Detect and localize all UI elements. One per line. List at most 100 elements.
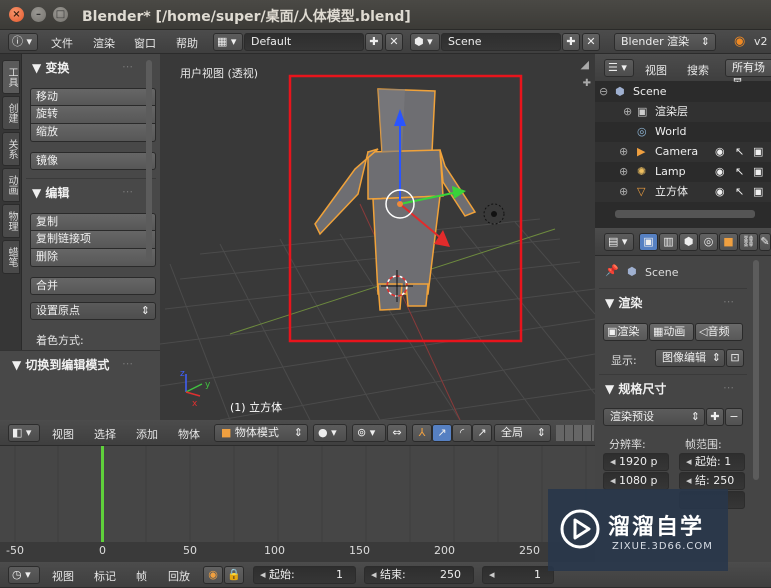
shading-select[interactable]: ● ▾ — [313, 424, 347, 442]
rotate-manipulator-button[interactable]: ◜ — [452, 424, 472, 442]
drag-handle-icon[interactable]: ⋯ — [122, 60, 133, 73]
menu-marker[interactable]: 标记 — [94, 568, 116, 584]
constraints-tab[interactable]: ⛓ — [739, 233, 758, 251]
scale-button[interactable]: 缩放 — [30, 124, 156, 142]
render-camera-icon[interactable]: ▣ — [753, 182, 763, 202]
tab-tools[interactable]: 工具 — [2, 60, 20, 94]
end-frame-field[interactable]: ◂ 结束: 250 — [364, 566, 474, 584]
mode-select[interactable]: ■ 物体模式 ⇕ — [214, 424, 308, 442]
editor-type-button[interactable]: ☰ ▾ — [604, 59, 634, 77]
menu-view[interactable]: 视图 — [645, 62, 667, 78]
visibility-eye-icon[interactable]: ◉ — [715, 142, 725, 162]
pivot-select[interactable]: ⊚ ▾ — [352, 424, 386, 442]
tab-physics[interactable]: 物理 — [2, 204, 20, 238]
outliner-row-world[interactable]: ◎ World — [595, 122, 771, 142]
menu-object[interactable]: 物体 — [178, 426, 200, 442]
editor-type-button[interactable]: ⓘ ▾ — [8, 33, 38, 51]
3d-viewport[interactable]: z y x 用户视图 (透视) (1) 立方体 ◢ ✚ — [160, 54, 595, 420]
tab-relations[interactable]: 关系 — [2, 132, 20, 166]
layout-browse-button[interactable]: ▦ ▾ — [213, 33, 243, 51]
set-origin-select[interactable]: 设置原点 ⇕ — [30, 302, 156, 320]
minimize-window-button[interactable]: – — [31, 7, 46, 22]
render-tab[interactable]: ▣ — [639, 233, 658, 251]
translate-manipulator-button[interactable]: ↗ — [432, 424, 452, 442]
duplicate-button[interactable]: 复制 — [30, 213, 156, 231]
visibility-eye-icon[interactable]: ◉ — [715, 162, 725, 182]
timeline-area[interactable] — [0, 446, 595, 542]
remove-preset-button[interactable]: − — [725, 408, 743, 426]
move-button[interactable]: 移动 — [30, 88, 156, 106]
transform-panel-header[interactable]: ▼ 变换 — [32, 59, 69, 76]
expand-icon[interactable]: ⊕ — [619, 142, 628, 162]
drag-handle-icon[interactable]: ⋯ — [122, 185, 133, 198]
render-animation-button[interactable]: ▦动画 — [649, 323, 694, 341]
transform-manipulator-button[interactable]: ⅄ — [412, 424, 432, 442]
render-camera-icon[interactable]: ▣ — [753, 162, 763, 182]
mirror-button[interactable]: 镜像 — [30, 152, 156, 170]
outliner-row-mesh[interactable]: ⊕ ▽ 立方体 ◉ ↖ ▣ — [595, 182, 771, 202]
outliner-scrollbar[interactable] — [615, 210, 755, 218]
toolshelf-scrollbar[interactable] — [146, 60, 152, 260]
world-tab[interactable]: ◎ — [699, 233, 718, 251]
tab-grease-pencil[interactable]: 蜡笔 — [2, 240, 20, 274]
render-panel-header[interactable]: ▼ 渲染 — [605, 294, 642, 311]
render-image-button[interactable]: ▣渲染 — [603, 323, 648, 341]
menu-view[interactable]: 视图 — [52, 426, 74, 442]
menu-select[interactable]: 选择 — [94, 426, 116, 442]
manipulator-toggle[interactable]: ⇔ — [387, 424, 407, 442]
outliner-row-camera[interactable]: ⊕ ▶ Camera ◉ ↖ ▣ — [595, 142, 771, 162]
maximize-window-button[interactable]: □ — [53, 7, 68, 22]
menu-view[interactable]: 视图 — [52, 568, 74, 584]
drag-handle-icon[interactable]: ⋯ — [122, 357, 133, 370]
timeline-ruler[interactable]: -50 0 50 100 150 200 250 — [0, 542, 595, 562]
outliner-row-lamp[interactable]: ⊕ ✺ Lamp ◉ ↖ ▣ — [595, 162, 771, 182]
current-frame-field[interactable]: ◂ 1 — [482, 566, 554, 584]
render-camera-icon[interactable]: ▣ — [753, 142, 763, 162]
lock-button[interactable]: 🔒 — [224, 566, 244, 584]
remove-scene-button[interactable]: ✕ — [582, 33, 600, 51]
scene-browse-button[interactable]: ⬢ ▾ — [410, 33, 440, 51]
expand-icon[interactable]: ⊕ — [619, 162, 628, 182]
viewport-canvas[interactable]: z y x — [160, 54, 595, 420]
properties-scrollbar[interactable] — [753, 260, 759, 480]
editor-type-button[interactable]: ▤ ▾ — [604, 233, 634, 251]
expand-icon[interactable]: ⊕ — [619, 182, 628, 202]
scale-manipulator-button[interactable]: ↗ — [472, 424, 492, 442]
drag-handle-icon[interactable]: ⋯ — [723, 295, 734, 308]
scene-tab[interactable]: ⬢ — [679, 233, 698, 251]
frame-start-field[interactable]: ◂ 起始: 1 — [679, 453, 745, 471]
menu-add[interactable]: 添加 — [136, 426, 158, 442]
object-tab[interactable]: ■ — [719, 233, 738, 251]
dimensions-panel-header[interactable]: ▼ 规格尺寸 — [605, 380, 666, 397]
add-layout-button[interactable]: ✚ — [365, 33, 383, 51]
resolution-x-field[interactable]: ◂ 1920 p — [603, 453, 669, 471]
tab-create[interactable]: 创建 — [2, 96, 20, 130]
pin-icon[interactable]: 📌 — [605, 264, 619, 277]
select-arrow-icon[interactable]: ↖ — [735, 182, 744, 202]
menu-window[interactable]: 窗口 — [134, 35, 156, 51]
select-arrow-icon[interactable]: ↖ — [735, 162, 744, 182]
modifiers-tab[interactable]: ✎ — [759, 233, 771, 251]
menu-playback[interactable]: 回放 — [168, 568, 190, 584]
layout-name-field[interactable]: Default — [244, 33, 364, 51]
rotate-button[interactable]: 旋转 — [30, 106, 156, 124]
display-mode-select[interactable]: 所有场景 — [725, 59, 771, 90]
outliner-row-render-layer[interactable]: ⊕ ▣ 渲染层 — [595, 102, 771, 122]
record-button[interactable]: ◉ — [203, 566, 223, 584]
render-audio-button[interactable]: ◁音频 — [695, 323, 743, 341]
join-button[interactable]: 合并 — [30, 277, 156, 295]
corner-widget-icon[interactable]: ◢ — [581, 58, 589, 71]
drag-handle-icon[interactable]: ⋯ — [723, 381, 734, 394]
display-select[interactable]: 图像编辑 ⇕ — [655, 349, 725, 367]
tab-animation[interactable]: 动画 — [2, 168, 20, 202]
edit-panel-header[interactable]: ▼ 编辑 — [32, 184, 69, 201]
outliner-row-scene[interactable]: ⊖ ⬢ Scene — [595, 82, 771, 102]
start-frame-field[interactable]: ◂ 起始: 1 — [253, 566, 356, 584]
remove-layout-button[interactable]: ✕ — [385, 33, 403, 51]
delete-button[interactable]: 删除 — [30, 249, 156, 267]
properties-toggle-icon[interactable]: ✚ — [583, 78, 591, 89]
menu-frame[interactable]: 帧 — [136, 568, 147, 584]
render-engine-select[interactable]: Blender 渲染 ⇕ — [614, 33, 716, 51]
menu-help[interactable]: 帮助 — [176, 35, 198, 51]
visibility-eye-icon[interactable]: ◉ — [715, 182, 725, 202]
